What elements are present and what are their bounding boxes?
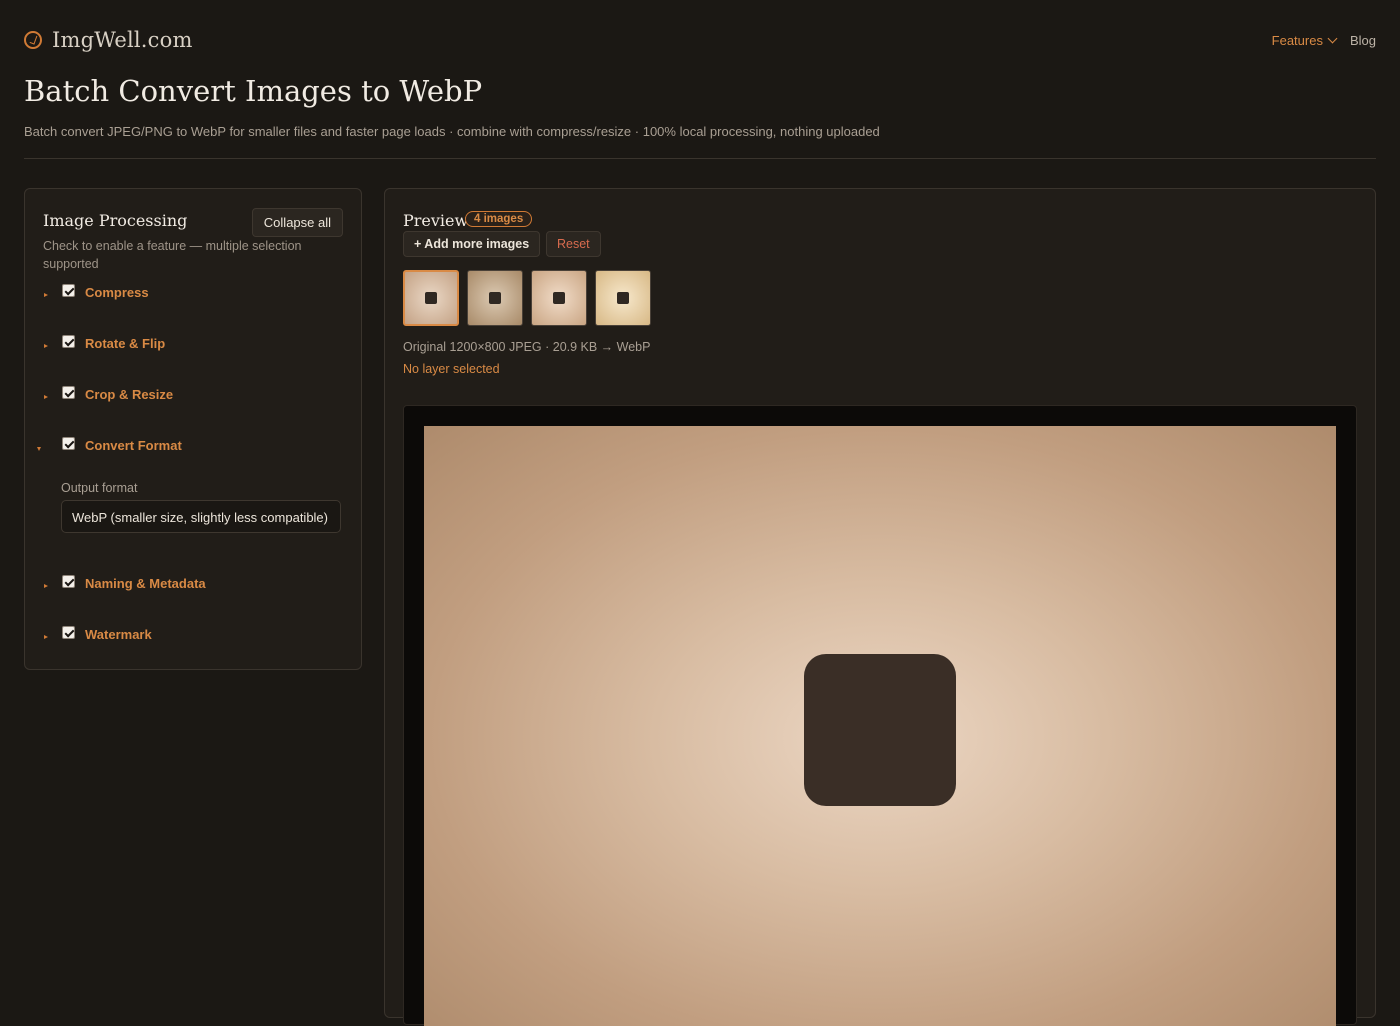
preview-image[interactable] xyxy=(424,426,1336,1026)
thumbnail-1[interactable] xyxy=(403,270,459,326)
top-nav: Features Blog xyxy=(1272,33,1376,48)
image-placeholder-icon xyxy=(489,292,501,304)
expand-arrow-icon[interactable] xyxy=(44,344,48,348)
collapse-arrow-icon[interactable] xyxy=(37,447,41,451)
feature-compress[interactable]: Compress xyxy=(25,283,361,307)
image-subject-shape xyxy=(804,654,956,806)
watermark-checkbox[interactable] xyxy=(62,626,75,639)
target-logo-icon xyxy=(24,31,42,49)
feature-naming-metadata[interactable]: Naming & Metadata xyxy=(25,574,361,598)
feature-label[interactable]: Naming & Metadata xyxy=(85,576,206,591)
image-placeholder-icon xyxy=(425,292,437,304)
feature-label[interactable]: Crop & Resize xyxy=(85,387,173,402)
expand-arrow-icon[interactable] xyxy=(44,635,48,639)
image-placeholder-icon xyxy=(553,292,565,304)
preview-title: Preview xyxy=(403,211,469,230)
output-format-label: Output format xyxy=(61,481,138,495)
feature-label[interactable]: Compress xyxy=(85,285,149,300)
naming-metadata-checkbox[interactable] xyxy=(62,575,75,588)
top-bar: ImgWell.com Features Blog xyxy=(24,28,1376,54)
feature-crop-resize[interactable]: Crop & Resize xyxy=(25,385,361,409)
feature-convert-format[interactable]: Convert Format xyxy=(25,436,361,460)
collapse-all-button[interactable]: Collapse all xyxy=(251,208,343,237)
thumbnail-2[interactable] xyxy=(467,270,523,326)
thumbnail-4[interactable] xyxy=(595,270,651,326)
feature-label[interactable]: Rotate & Flip xyxy=(85,336,165,351)
panel-title: Image Processing xyxy=(43,211,188,230)
crop-resize-checkbox[interactable] xyxy=(62,386,75,399)
layer-status: No layer selected xyxy=(403,362,500,376)
expand-arrow-icon[interactable] xyxy=(44,293,48,297)
nav-features-label: Features xyxy=(1271,33,1323,48)
feature-rotate-flip[interactable]: Rotate & Flip xyxy=(25,334,361,358)
chevron-down-icon xyxy=(1327,33,1338,44)
preview-panel: Preview 4 images + Add more images Reset… xyxy=(384,188,1376,1026)
divider xyxy=(24,158,1376,159)
expand-arrow-icon[interactable] xyxy=(44,395,48,399)
output-format-select[interactable]: WebP (smaller size, slightly less compat… xyxy=(61,500,341,533)
image-placeholder-icon xyxy=(617,292,629,304)
image-count-badge: 4 images xyxy=(465,211,533,227)
rotate-flip-checkbox[interactable] xyxy=(62,335,75,348)
page-subtitle: Batch convert JPEG/PNG to WebP for small… xyxy=(24,124,880,139)
reset-button[interactable]: Reset xyxy=(546,231,601,257)
compress-checkbox[interactable] xyxy=(62,284,75,297)
brand[interactable]: ImgWell.com xyxy=(24,28,193,52)
page-title: Batch Convert Images to WebP xyxy=(24,74,483,108)
expand-arrow-icon[interactable] xyxy=(44,584,48,588)
thumbnail-strip xyxy=(403,270,651,326)
image-processing-panel: Image Processing Collapse all Check to e… xyxy=(24,188,362,670)
thumbnail-3[interactable] xyxy=(531,270,587,326)
nav-features[interactable]: Features xyxy=(1271,33,1338,48)
brand-name[interactable]: ImgWell.com xyxy=(52,28,193,52)
preview-canvas[interactable] xyxy=(403,405,1357,1026)
feature-label[interactable]: Watermark xyxy=(85,627,152,642)
feature-label[interactable]: Convert Format xyxy=(85,438,182,453)
feature-watermark[interactable]: Watermark xyxy=(25,625,361,649)
nav-blog[interactable]: Blog xyxy=(1350,33,1376,48)
panel-help-text: Check to enable a feature — multiple sel… xyxy=(43,239,302,271)
add-more-images-button[interactable]: + Add more images xyxy=(403,231,541,257)
image-info: Original 1200×800 JPEG · 20.9 KB → WebP xyxy=(403,340,651,354)
convert-format-checkbox[interactable] xyxy=(62,437,75,450)
